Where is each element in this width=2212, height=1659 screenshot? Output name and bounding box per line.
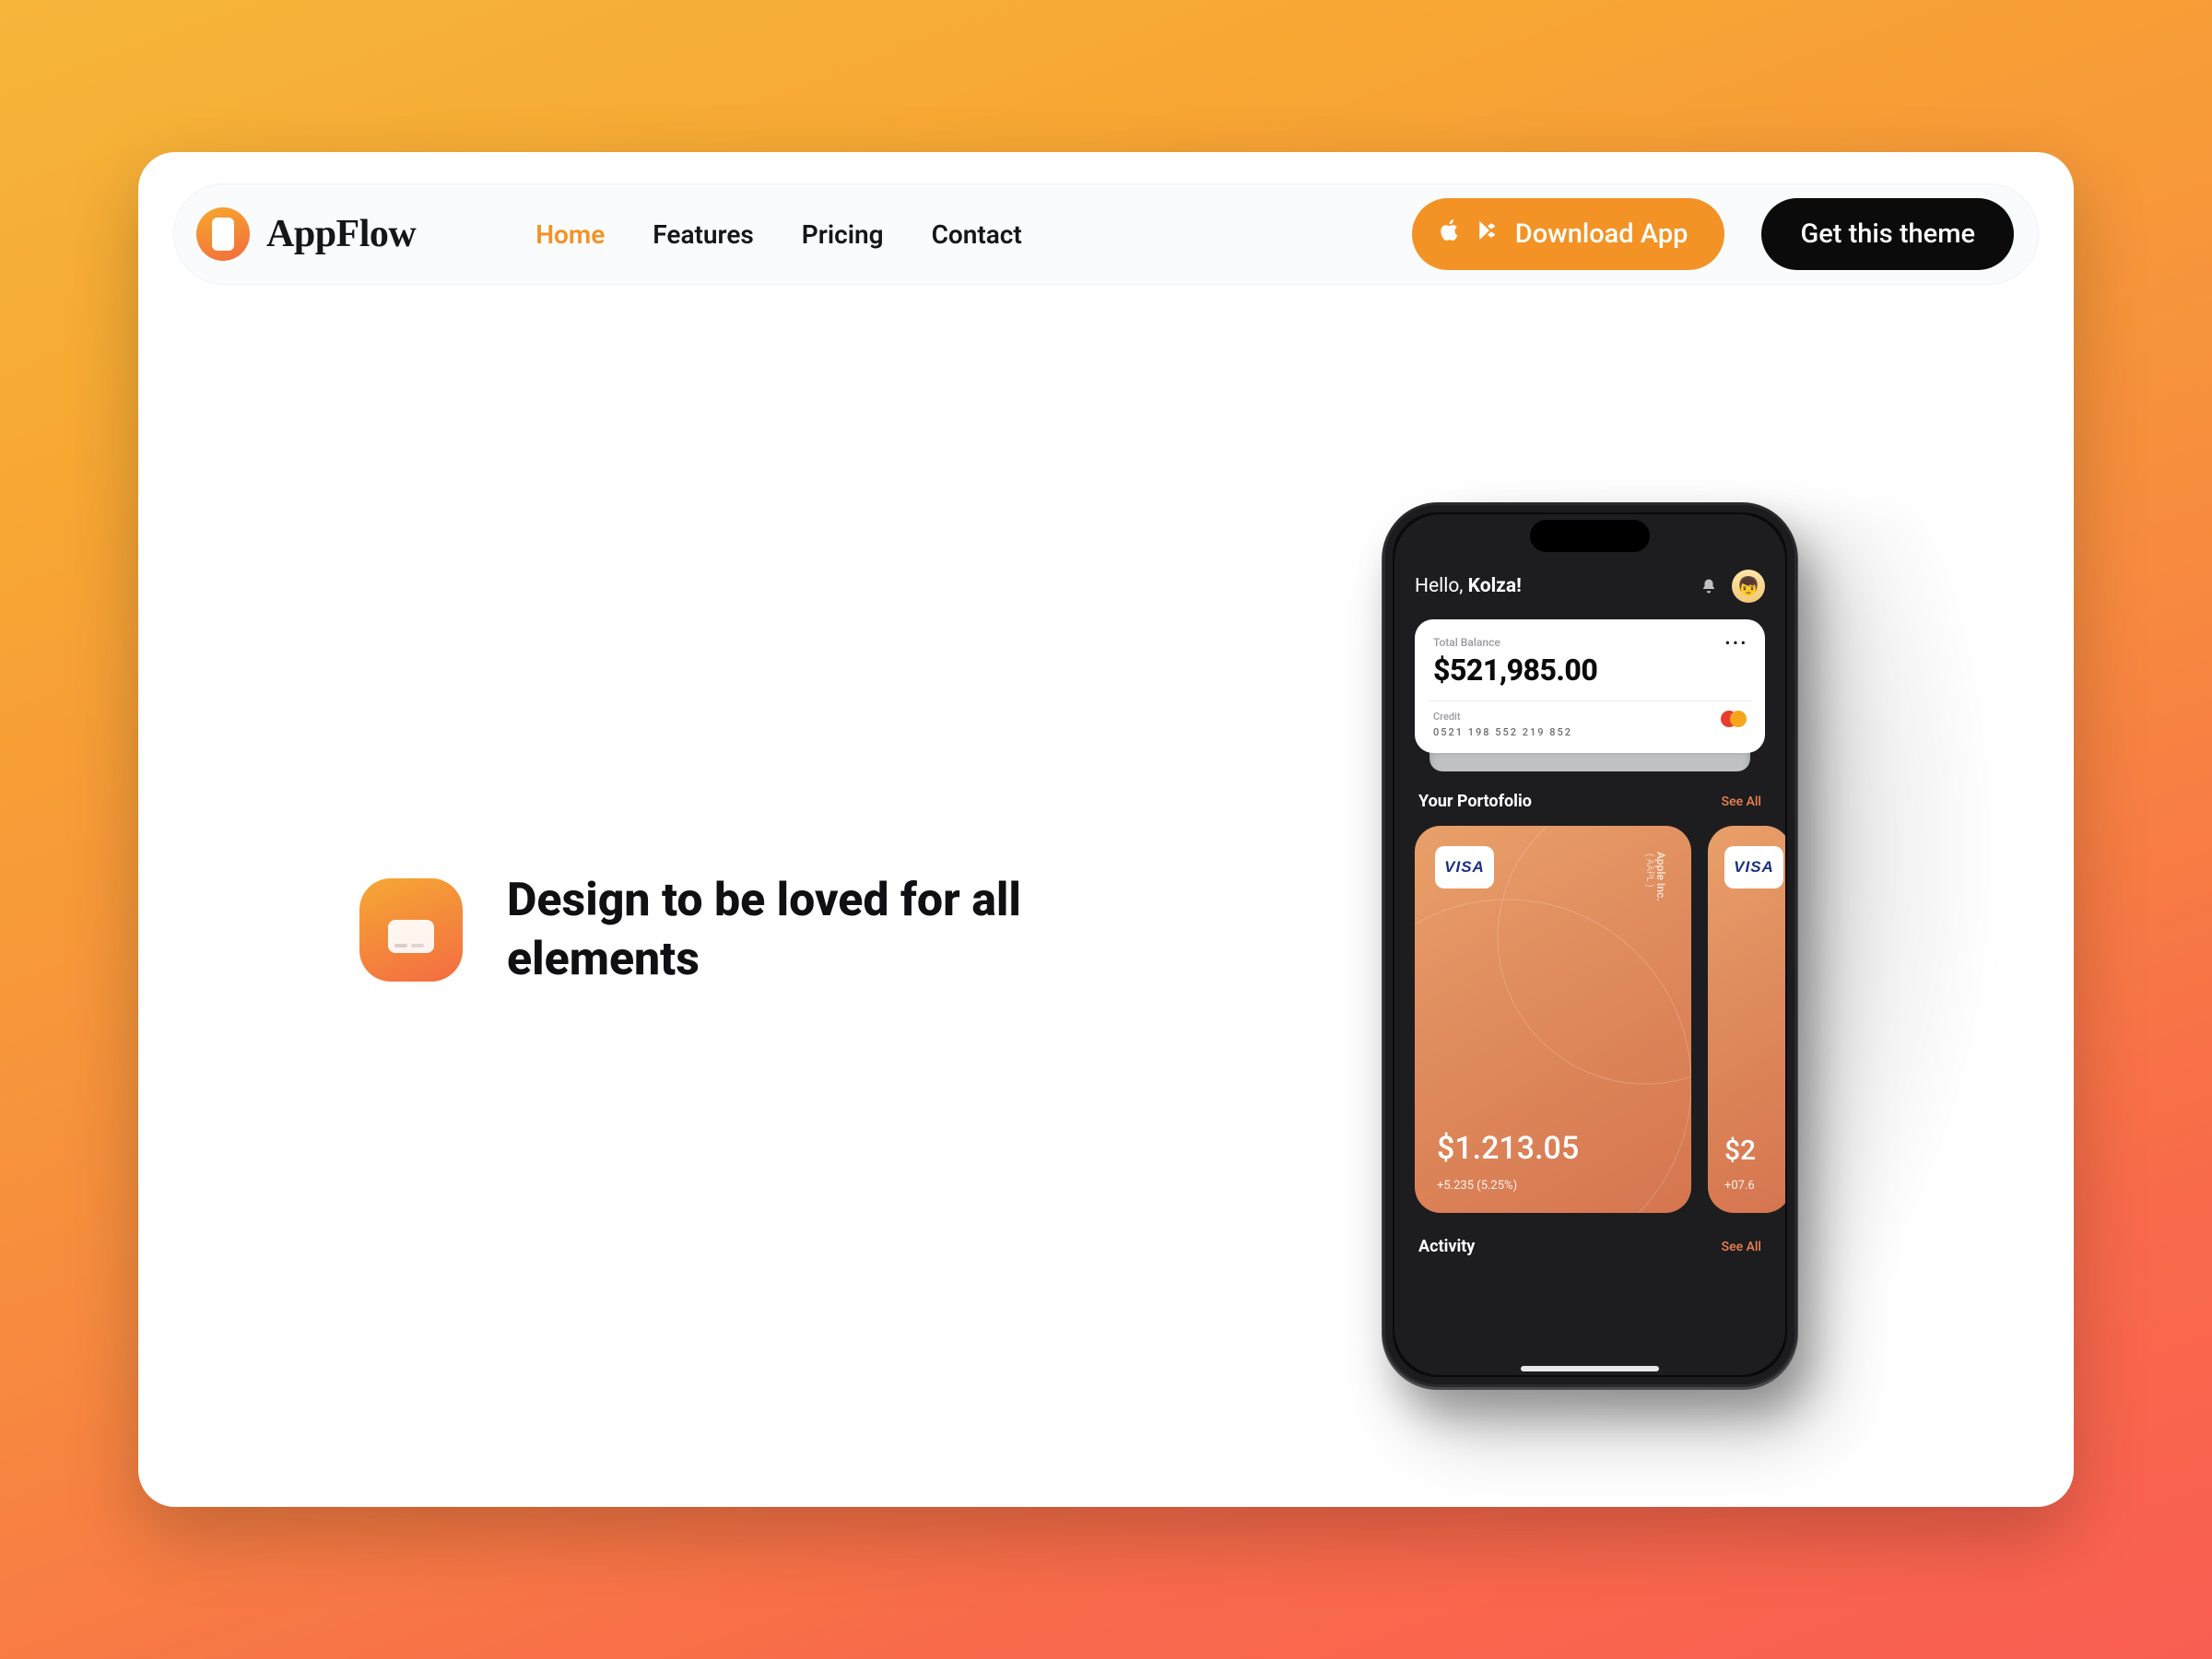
get-theme-button[interactable]: Get this theme (1761, 198, 2014, 270)
visa-label: VISA (1734, 858, 1774, 877)
ticker-symbol: ( AAPL ) (1644, 853, 1654, 901)
portfolio-amount: $1.213.05 (1437, 1130, 1579, 1167)
portfolio-see-all[interactable]: See All (1722, 794, 1761, 809)
nav-link-pricing[interactable]: Pricing (802, 219, 884, 250)
nav-link-features[interactable]: Features (653, 219, 754, 250)
download-app-button[interactable]: Download App (1412, 198, 1725, 270)
app-header: Hello, Kolza! 👦 (1415, 570, 1765, 603)
balance-card[interactable]: Total Balance ••• $521,985.00 Credit 052… (1415, 619, 1765, 753)
phone-icon (212, 218, 234, 251)
balance-label: Total Balance (1433, 636, 1747, 649)
hero-headline: Design to be loved for all elements (507, 871, 1078, 989)
mastercard-icon (1721, 711, 1747, 727)
navbar: AppFlow Home Features Pricing Contact Do… (173, 183, 2039, 285)
greeting-prefix: Hello, (1415, 575, 1468, 597)
more-icon[interactable]: ••• (1725, 634, 1748, 652)
activity-section-header: Activity See All (1418, 1237, 1761, 1256)
portfolio-ticker: Apple Inc. ( AAPL ) (1644, 852, 1667, 901)
portfolio-card-partial[interactable]: VISA $2 +07.6 (1708, 826, 1785, 1213)
nav-link-contact[interactable]: Contact (932, 219, 1022, 250)
phone-notch (1530, 520, 1650, 552)
portfolio-title: Your Portofolio (1418, 792, 1532, 811)
portfolio-change: +07.6 (1724, 1179, 1755, 1193)
phone-mockup: Hello, Kolza! 👦 Total Balance ••• $521,9… (1382, 502, 1797, 1387)
portfolio-list: VISA Apple Inc. ( AAPL ) $1.213.05 +5.23… (1415, 826, 1765, 1213)
app-screen: Hello, Kolza! 👦 Total Balance ••• $521,9… (1394, 514, 1785, 1375)
activity-title: Activity (1418, 1237, 1475, 1256)
credit-card-icon (388, 920, 434, 953)
activity-see-all[interactable]: See All (1722, 1240, 1761, 1254)
hero-icon (359, 878, 463, 982)
divider (1428, 700, 1752, 701)
get-theme-label: Get this theme (1800, 218, 1975, 250)
apple-icon (1438, 217, 1462, 252)
portfolio-card[interactable]: VISA Apple Inc. ( AAPL ) $1.213.05 +5.23… (1415, 826, 1691, 1213)
card-number: 0521 198 552 219 852 (1433, 726, 1572, 738)
greeting-name: Kolza! (1468, 575, 1522, 597)
avatar[interactable]: 👦 (1732, 570, 1765, 603)
balance-amount: $521,985.00 (1433, 653, 1747, 688)
download-app-label: Download App (1515, 218, 1688, 250)
bell-icon[interactable] (1700, 578, 1717, 594)
visa-label: VISA (1444, 858, 1485, 877)
hero-block: Design to be loved for all elements (359, 871, 1078, 989)
visa-badge: VISA (1724, 846, 1783, 888)
portfolio-amount: $2 (1724, 1135, 1756, 1167)
visa-badge: VISA (1435, 846, 1494, 888)
credit-label: Credit (1433, 711, 1572, 723)
page-card: AppFlow Home Features Pricing Contact Do… (138, 152, 2074, 1507)
portfolio-change: +5.235 (5.25%) (1437, 1179, 1517, 1193)
greeting: Hello, Kolza! (1415, 575, 1522, 597)
portfolio-section-header: Your Portofolio See All (1418, 792, 1761, 811)
brand-logo[interactable]: AppFlow (196, 207, 416, 261)
nav-links: Home Features Pricing Contact (535, 219, 1022, 250)
google-play-icon (1477, 218, 1500, 251)
home-indicator (1521, 1366, 1659, 1371)
company-name: Apple Inc. (1654, 852, 1667, 901)
logo-icon (196, 207, 250, 261)
brand-name: AppFlow (266, 212, 416, 256)
nav-link-home[interactable]: Home (535, 219, 605, 250)
